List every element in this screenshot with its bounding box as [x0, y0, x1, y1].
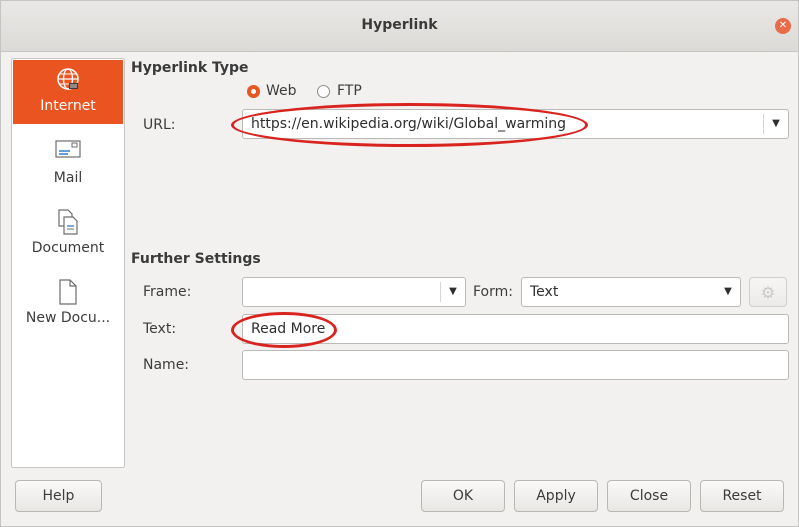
sidebar-item-label: Mail [53, 170, 83, 186]
gear-icon: ⚙ [760, 283, 776, 302]
hyperlink-type-heading: Hyperlink Type [131, 60, 249, 76]
sidebar-item-label: Internet [40, 98, 96, 114]
envelope-icon [13, 138, 123, 164]
sidebar-item-label: Document [31, 240, 105, 256]
ftp-radio-label: FTP [337, 83, 362, 99]
web-radio[interactable] [247, 85, 260, 98]
apply-button[interactable]: Apply [514, 480, 598, 512]
chevron-down-icon[interactable]: ▼ [716, 278, 740, 306]
sidebar-item-internet[interactable]: Internet [13, 60, 123, 124]
url-combobox[interactable]: https://en.wikipedia.org/wiki/Global_war… [242, 109, 789, 139]
hyperlink-category-list: Internet Mail Document New Docu... [11, 58, 125, 468]
chevron-down-icon[interactable]: ▼ [441, 278, 465, 306]
form-label: Form: [473, 284, 513, 300]
text-field[interactable]: Read More [242, 314, 789, 344]
form-value: Text [530, 284, 559, 300]
frame-label: Frame: [143, 284, 192, 300]
help-button[interactable]: Help [15, 480, 102, 512]
web-radio-label: Web [266, 83, 297, 99]
document-icon [13, 208, 123, 235]
close-button[interactable]: Close [607, 480, 691, 512]
new-document-icon [13, 278, 123, 305]
sidebar-item-new-document[interactable]: New Docu... [13, 272, 123, 336]
title-bar: Hyperlink ✕ [1, 1, 798, 52]
frame-combobox[interactable]: ▼ [242, 277, 466, 307]
text-label: Text: [143, 321, 177, 337]
hyperlink-dialog: Hyperlink ✕ Internet Mail Document New D… [0, 0, 799, 527]
sidebar-item-document[interactable]: Document [13, 202, 123, 266]
name-field[interactable] [242, 350, 789, 380]
sidebar-item-label: New Docu... [25, 310, 111, 326]
further-settings-heading: Further Settings [131, 251, 261, 267]
close-window-icon[interactable]: ✕ [775, 18, 791, 34]
form-select[interactable]: Text ▼ [521, 277, 741, 307]
reset-button[interactable]: Reset [700, 480, 784, 512]
dialog-title: Hyperlink [361, 17, 438, 33]
sidebar-item-mail[interactable]: Mail [13, 132, 123, 196]
chevron-down-icon[interactable]: ▼ [764, 110, 788, 138]
url-label: URL: [143, 117, 176, 133]
url-value: https://en.wikipedia.org/wiki/Global_war… [251, 116, 566, 132]
globe-icon [13, 66, 123, 92]
name-label: Name: [143, 357, 190, 373]
ok-button[interactable]: OK [421, 480, 505, 512]
ftp-radio[interactable] [317, 85, 330, 98]
text-value: Read More [251, 321, 326, 337]
form-settings-button[interactable]: ⚙ [749, 277, 787, 307]
